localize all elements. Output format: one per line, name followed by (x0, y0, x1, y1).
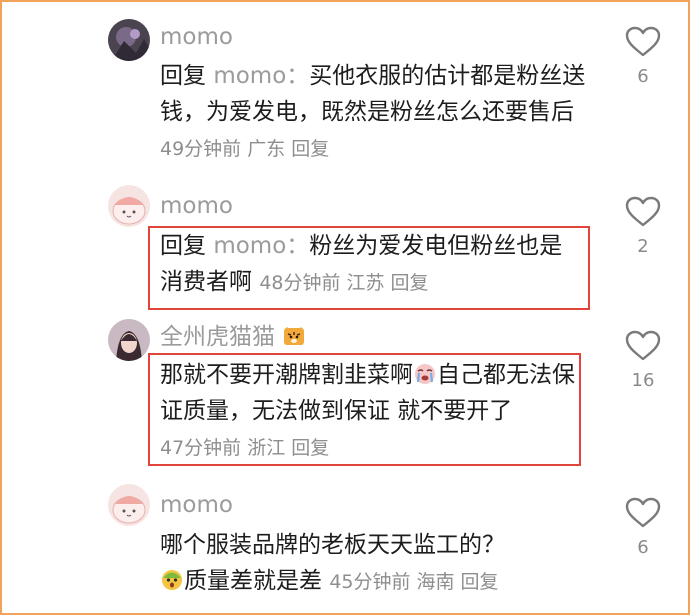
comment-text-part1: 那就不要开潮牌割韭菜啊 (160, 362, 413, 388)
comment-meta: 47分钟前 浙江 回复 (160, 437, 335, 459)
username[interactable]: 全州虎猫猫 (160, 322, 306, 352)
reply-button[interactable]: 回复 (291, 437, 329, 459)
avatar[interactable] (108, 185, 150, 227)
comment-meta: 49分钟前 广东 回复 (160, 138, 335, 160)
comment-body: 回复 momo：买他衣服的估计都是粉丝送钱，为爱发电，既然是粉丝怎么还要售后 4… (160, 58, 600, 167)
comment-body: 那就不要开潮牌割韭菜啊 自己都无法保证质量，无法做到保证 就不要开了 47分钟前… (160, 357, 580, 466)
reply-button[interactable]: 回复 (461, 571, 499, 593)
heart-icon (625, 196, 661, 227)
reply-target-username[interactable]: momo： (213, 233, 309, 259)
like-button[interactable]: 16 (622, 330, 664, 391)
heart-icon (625, 26, 661, 57)
comment-meta: 45分钟前 海南 回复 (329, 571, 504, 593)
comment-body: 回复 momo：粉丝为爱发电但粉丝也是消费者啊 48分钟前 江苏 回复 (160, 228, 580, 301)
comment-text-part1: 哪个服装品牌的老板天天监工的？ (160, 532, 505, 558)
tiger-emoji-icon (284, 326, 305, 345)
username[interactable]: momo (160, 191, 233, 221)
heart-icon (625, 497, 661, 528)
comment-text-part2: 质量差就是差 (184, 568, 322, 594)
username[interactable]: momo (160, 490, 233, 520)
reply-target-username[interactable]: momo： (213, 63, 309, 89)
timestamp: 49分钟前 (160, 138, 242, 160)
like-button[interactable]: 6 (622, 497, 664, 558)
username-text: 全州虎猫猫 (160, 324, 275, 350)
like-button[interactable]: 6 (622, 26, 664, 87)
shocked-face-emoji-icon (162, 570, 182, 590)
location: 广东 (247, 138, 286, 160)
like-count: 6 (637, 66, 649, 87)
comment-meta: 48分钟前 江苏 回复 (259, 272, 434, 294)
like-button[interactable]: 2 (622, 196, 664, 257)
timestamp: 48分钟前 (259, 272, 341, 294)
like-count: 6 (637, 537, 649, 558)
reply-prefix: 回复 (160, 63, 206, 89)
heart-icon (625, 330, 661, 361)
location: 海南 (416, 571, 455, 593)
timestamp: 45分钟前 (329, 571, 411, 593)
crying-face-emoji-icon (415, 364, 435, 384)
avatar[interactable] (108, 319, 150, 361)
like-count: 2 (637, 236, 649, 257)
location: 江苏 (346, 272, 385, 294)
reply-prefix: 回复 (160, 233, 206, 259)
reply-button[interactable]: 回复 (291, 138, 329, 160)
comment-body: 哪个服装品牌的老板天天监工的？ 质量差就是差 45分钟前 海南 回复 (160, 527, 600, 600)
timestamp: 47分钟前 (160, 437, 242, 459)
like-count: 16 (631, 370, 655, 391)
avatar[interactable] (108, 19, 150, 61)
avatar[interactable] (108, 484, 150, 526)
location: 浙江 (247, 437, 286, 459)
username[interactable]: momo (160, 22, 233, 52)
reply-button[interactable]: 回复 (391, 272, 429, 294)
